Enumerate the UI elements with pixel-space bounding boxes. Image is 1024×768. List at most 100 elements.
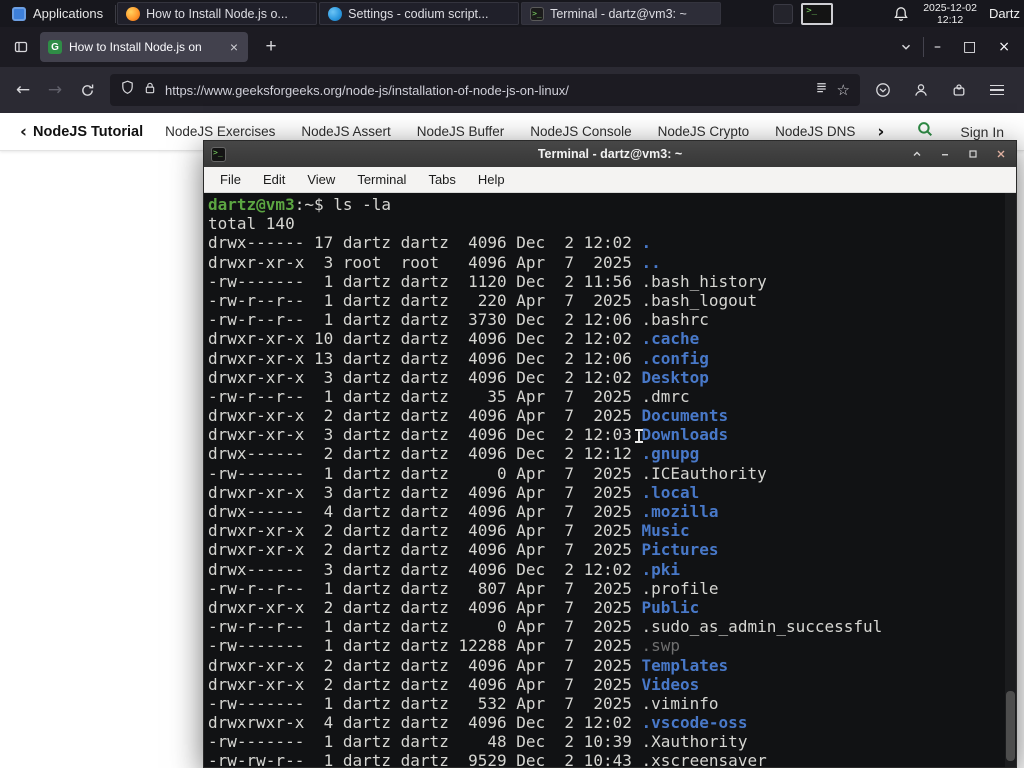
menu-tabs[interactable]: Tabs [418, 169, 465, 190]
codium-icon [328, 6, 343, 21]
directory-name: .pki [641, 559, 681, 579]
file-name: .profile [641, 578, 719, 598]
system-tray [773, 2, 834, 25]
menu-help[interactable]: Help [468, 169, 515, 190]
tab-bar: G How to Install Node.js on × + – □ × [0, 27, 1024, 67]
minimize-button[interactable]: – [934, 39, 941, 55]
terminal-line: -rw------- 1 dartz dartz 1120 Dec 2 11:5… [208, 271, 767, 291]
file-name: .ICEauthority [641, 463, 767, 483]
url-text[interactable]: https://www.geeksforgeeks.org/node-js/in… [165, 83, 806, 98]
tray-icon[interactable] [773, 3, 794, 24]
terminal-line: drwx------ 2 dartz dartz 4096 Dec 2 12:1… [208, 444, 700, 464]
nav-scroll-right-icon[interactable]: › [871, 122, 890, 142]
shield-icon[interactable] [120, 80, 135, 100]
nav-link[interactable]: NodeJS Crypto [658, 124, 750, 139]
file-name: .xscreensaver [641, 751, 767, 767]
directory-name: . [641, 233, 652, 253]
shade-button[interactable] [909, 146, 925, 162]
window-controls: – □ × [934, 39, 1016, 55]
nav-link[interactable]: NodeJS Buffer [417, 124, 505, 139]
reload-icon[interactable] [72, 75, 102, 105]
nav-scroll-left-icon[interactable]: ‹ [14, 122, 33, 142]
list-all-tabs-icon[interactable] [899, 40, 913, 54]
reader-mode-icon[interactable] [814, 80, 829, 100]
terminal-menubar: File Edit View Terminal Tabs Help [204, 167, 1016, 193]
tab-title: How to Install Node.js on [69, 40, 202, 54]
nav-link[interactable]: NodeJS Exercises [165, 124, 275, 139]
terminal-window: Terminal - dartz@vm3: ~ FileEditViewTerm… [203, 140, 1017, 768]
terminal-line: drwxr-xr-x 3 dartz dartz 4096 Dec 2 12:0… [208, 367, 709, 387]
applications-menu[interactable]: Applications [0, 0, 115, 27]
desktop-panel: Applications How to Install Node.js o...… [0, 0, 1024, 27]
terminal-screen[interactable]: dartz@vm3:~$ ls -la total 140 drwx------ … [204, 193, 1016, 767]
nav-link[interactable]: NodeJS Assert [301, 124, 390, 139]
pocket-icon[interactable] [868, 75, 898, 105]
menu-hamburger-icon[interactable] [982, 75, 1012, 105]
terminal-title: Terminal - dartz@vm3: ~ [537, 147, 683, 161]
terminal-titlebar[interactable]: Terminal - dartz@vm3: ~ [204, 141, 1016, 167]
firefox-icon [126, 6, 141, 21]
terminal-close-button[interactable] [993, 146, 1009, 162]
menu-edit[interactable]: Edit [253, 169, 295, 190]
nav-link[interactable]: NodeJS Console [530, 124, 631, 139]
prompt-user: dartz@vm3 [208, 195, 295, 214]
file-name: .swp [641, 636, 681, 656]
file-name: .bash_logout [641, 290, 758, 310]
directory-name: Desktop [641, 367, 709, 387]
directory-name: .local [641, 482, 700, 502]
directory-name: Downloads [641, 425, 729, 445]
taskbar: How to Install Node.js o... Settings - c… [116, 0, 722, 27]
sign-in-button[interactable]: Sign In [960, 124, 1004, 140]
browser-tab-active[interactable]: G How to Install Node.js on × [40, 32, 248, 62]
new-tab-button[interactable]: + [258, 36, 284, 58]
terminal-line: drwxr-xr-x 3 dartz dartz 4096 Apr 7 2025… [208, 482, 700, 502]
directory-name: Music [641, 521, 690, 541]
applications-label: Applications [33, 6, 104, 21]
close-button[interactable]: × [998, 39, 1010, 55]
panel-clock[interactable]: 2025-12-02 12:12 [923, 2, 977, 26]
tab-close-icon[interactable]: × [228, 39, 240, 55]
bookmark-star-icon[interactable]: ☆ [837, 81, 850, 99]
terminal-output: total 140 drwx------ 17 dartz dartz 4096 … [208, 214, 1016, 767]
menu-view[interactable]: View [297, 169, 345, 190]
terminal-scrollbar-thumb[interactable] [1006, 691, 1015, 761]
account-icon[interactable] [906, 75, 936, 105]
directory-name: .gnupg [641, 444, 700, 464]
notification-bell-icon[interactable] [893, 6, 909, 22]
terminal-line: -rw-r--r-- 1 dartz dartz 0 Apr 7 2025 .s… [208, 617, 883, 637]
terminal-line: -rw-r--r-- 1 dartz dartz 35 Apr 7 2025 .… [208, 386, 690, 406]
forward-button[interactable]: → [40, 75, 70, 105]
menu-terminal[interactable]: Terminal [347, 169, 416, 190]
terminal-line: drwx------ 3 dartz dartz 4096 Dec 2 12:0… [208, 559, 681, 579]
tray-terminal-icon[interactable] [801, 2, 834, 25]
nav-tutorial-title[interactable]: NodeJS Tutorial [33, 124, 143, 140]
nav-link[interactable]: NodeJS DNS [775, 124, 855, 139]
taskbar-window-title: Settings - codium script... [348, 6, 489, 21]
directory-name: Templates [641, 655, 729, 675]
terminal-line: -rw-r--r-- 1 dartz dartz 3730 Dec 2 12:0… [208, 310, 709, 330]
site-favicon: G [48, 40, 62, 54]
taskbar-window-button[interactable]: How to Install Node.js o... [117, 2, 318, 25]
extensions-icon[interactable] [944, 75, 974, 105]
firefox-view-icon[interactable] [8, 34, 34, 60]
file-name: .viminfo [641, 693, 719, 713]
terminal-maximize-button[interactable] [965, 146, 981, 162]
taskbar-window-button[interactable]: Terminal - dartz@vm3: ~ [521, 2, 722, 25]
taskbar-window-button[interactable]: Settings - codium script... [319, 2, 520, 25]
url-bar[interactable]: https://www.geeksforgeeks.org/node-js/in… [110, 74, 860, 106]
directory-name: Videos [641, 674, 700, 694]
terminal-line: drwxr-xr-x 2 dartz dartz 4096 Apr 7 2025… [208, 674, 700, 694]
directory-name: .. [641, 252, 661, 272]
terminal-icon [530, 6, 545, 21]
lock-icon[interactable] [143, 81, 157, 100]
back-button[interactable]: ← [8, 75, 38, 105]
maximize-button[interactable]: □ [963, 39, 976, 55]
directory-name: .mozilla [641, 502, 719, 521]
terminal-line: drwxr-xr-x 13 dartz dartz 4096 Dec 2 12:… [208, 348, 709, 368]
directory-name: .vscode-oss [641, 713, 748, 733]
terminal-minimize-button[interactable] [937, 146, 953, 162]
terminal-line: drwxr-xr-x 2 dartz dartz 4096 Apr 7 2025… [208, 406, 729, 426]
menu-file[interactable]: File [210, 169, 251, 190]
terminal-scrollbar[interactable] [1005, 193, 1016, 767]
directory-name: .config [641, 348, 709, 368]
